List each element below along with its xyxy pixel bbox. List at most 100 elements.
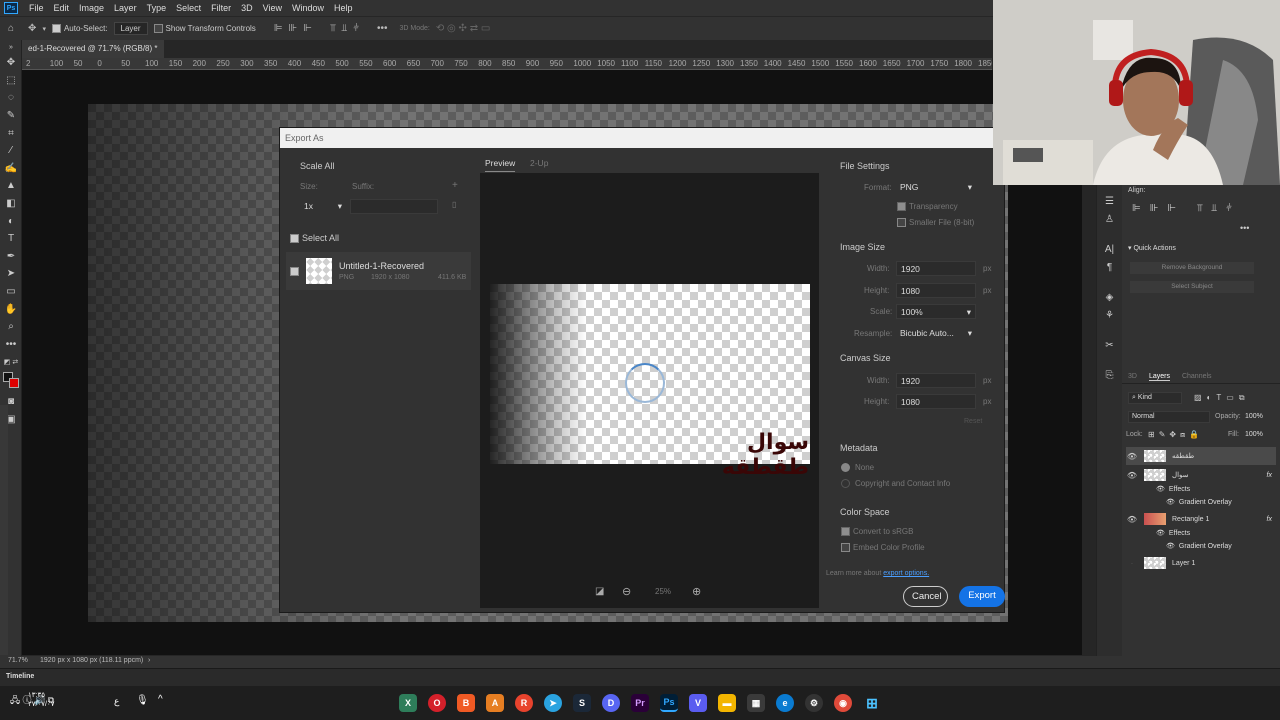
export-icon[interactable]: ⎘: [1097, 367, 1122, 385]
menu-3d[interactable]: 3D: [236, 3, 258, 13]
zoom-tool-icon[interactable]: ⌕: [0, 318, 22, 336]
language-indicator[interactable]: ع: [114, 696, 119, 707]
home-icon[interactable]: ⌂: [8, 23, 14, 34]
asset-row[interactable]: Untitled-1-Recovered PNG 1920 x 1080 411…: [286, 252, 471, 290]
blend-mode-select[interactable]: Normal: [1128, 411, 1210, 423]
clock[interactable]: ١٣:٣٥ ٢٧/٠٧/٠٧: [28, 691, 54, 709]
layer-row[interactable]: 👁 طقطقه: [1126, 447, 1276, 465]
scale-select[interactable]: 1x ▾: [300, 199, 346, 214]
convert-srgb-checkbox[interactable]: Convert to sRGB: [841, 527, 913, 537]
fx-icon[interactable]: fx: [1267, 472, 1272, 479]
kind-filter[interactable]: ⌕ Kind: [1128, 392, 1182, 404]
edge-icon[interactable]: e: [776, 694, 794, 712]
fx-icon[interactable]: fx: [1267, 516, 1272, 523]
menu-view[interactable]: View: [258, 3, 287, 13]
layer-row[interactable]: · Layer 1: [1126, 554, 1276, 572]
resample-select[interactable]: Bicubic Auto... ▾: [896, 326, 976, 341]
paragraph-icon[interactable]: ¶: [1097, 259, 1122, 277]
shape-tool-icon[interactable]: ▭: [0, 283, 22, 301]
scale-percent-select[interactable]: 100% ▾: [896, 304, 976, 319]
taskbar-app-icon[interactable]: X: [399, 694, 417, 712]
layer-select[interactable]: Layer: [113, 22, 148, 35]
align-left-icon[interactable]: ⊫: [274, 23, 283, 34]
auto-select-checkbox[interactable]: Auto-Select:: [51, 24, 108, 34]
add-scale-icon[interactable]: +: [452, 180, 458, 191]
filter-icons[interactable]: ▨◐T▭⧉: [1194, 393, 1250, 403]
effects-eye-icon[interactable]: 👁: [1156, 529, 1165, 537]
asset-checkbox[interactable]: [290, 267, 299, 276]
styles-icon[interactable]: ⚘: [1097, 307, 1122, 325]
opacity-value[interactable]: 100%: [1245, 413, 1263, 420]
reset-button[interactable]: Reset: [964, 418, 982, 425]
visibility-eye-icon[interactable]: 👁: [1126, 515, 1138, 524]
type-tool-icon[interactable]: T: [0, 230, 22, 248]
gradient-overlay-eye-icon[interactable]: 👁: [1166, 542, 1175, 550]
document-tab[interactable]: ed-1-Recovered @ 71.7% (RGB/8) *: [22, 40, 164, 58]
transparency-checkbox[interactable]: Transparency: [897, 202, 958, 212]
windows-start-icon[interactable]: ⊞: [863, 694, 881, 712]
format-select[interactable]: PNG ▾: [896, 180, 976, 195]
gradient-overlay-eye-icon[interactable]: 👁: [1166, 498, 1175, 506]
embed-profile-checkbox[interactable]: Embed Color Profile: [841, 543, 925, 553]
discord-icon[interactable]: D: [602, 694, 620, 712]
canvas-width-input[interactable]: 1920: [896, 373, 976, 388]
steam-icon[interactable]: S: [573, 694, 591, 712]
chevron-down-icon[interactable]: ▾: [42, 25, 46, 33]
libraries-icon[interactable]: ◈: [1097, 289, 1122, 307]
gradient-tool-icon[interactable]: ◐: [0, 212, 22, 230]
quick-select-tool-icon[interactable]: ✎: [0, 107, 22, 125]
3d-orbit-icon[interactable]: ⟲ ◎ ✣ ⇄ ▭: [436, 23, 490, 34]
cancel-button[interactable]: Cancel: [903, 586, 948, 607]
more-icon[interactable]: •••: [377, 23, 388, 34]
settings-icon[interactable]: ⚙: [805, 694, 823, 712]
smaller-file-checkbox[interactable]: Smaller File (8-bit): [897, 218, 974, 228]
fit-icon[interactable]: ◪: [595, 586, 604, 597]
move-tool-icon[interactable]: ✥: [0, 54, 22, 72]
height-input[interactable]: 1080: [896, 283, 976, 298]
photoshop-taskbar-icon[interactable]: Ps: [660, 694, 678, 712]
eyedropper-tool-icon[interactable]: ⁄: [0, 142, 22, 160]
meta-copyright-radio[interactable]: Copyright and Contact Info: [841, 479, 950, 489]
marquee-tool-icon[interactable]: ⬚: [0, 72, 22, 90]
move-tool-icon[interactable]: ✥: [28, 23, 36, 34]
collapse-icon[interactable]: »: [0, 40, 22, 54]
tab-layers[interactable]: Layers: [1148, 373, 1170, 381]
default-colors-icon[interactable]: ◩ ⇄: [0, 353, 22, 371]
telegram-icon[interactable]: ➤: [544, 694, 562, 712]
tab-2up[interactable]: 2-Up: [530, 158, 548, 168]
effects-eye-icon[interactable]: 👁: [1156, 485, 1165, 493]
person-icon[interactable]: ♙: [1097, 211, 1122, 229]
menu-file[interactable]: File: [24, 3, 49, 13]
more-tools-icon[interactable]: •••: [0, 336, 22, 354]
align-icons[interactable]: ⊫⊪⊩ ⫪⫫⫩: [1132, 203, 1241, 214]
crop-tool-icon[interactable]: ⌗: [0, 124, 22, 142]
select-all-checkbox[interactable]: Select All: [290, 233, 339, 244]
visibility-eye-icon[interactable]: ·: [1126, 559, 1138, 568]
more-icon[interactable]: •••: [1240, 223, 1249, 233]
autocad-icon[interactable]: A: [486, 694, 504, 712]
menu-type[interactable]: Type: [142, 3, 172, 13]
eraser-tool-icon[interactable]: ◧: [0, 195, 22, 213]
width-input[interactable]: 1920: [896, 261, 976, 276]
tools-icon[interactable]: ✂: [1097, 337, 1122, 355]
menu-window[interactable]: Window: [287, 3, 329, 13]
zoom-in-icon[interactable]: ⊕: [692, 585, 701, 598]
tab-preview[interactable]: Preview: [485, 158, 516, 172]
store-icon[interactable]: ▦: [747, 694, 765, 712]
character-icon[interactable]: A|: [1097, 241, 1122, 259]
stamp-tool-icon[interactable]: ▲: [0, 177, 22, 195]
chrome-icon[interactable]: ◉: [834, 694, 852, 712]
canvas-height-input[interactable]: 1080: [896, 394, 976, 409]
hand-tool-icon[interactable]: ✋: [0, 300, 22, 318]
microphone-icon[interactable]: 🎙: [136, 695, 149, 706]
lasso-tool-icon[interactable]: ◌: [0, 89, 22, 107]
tab-3d[interactable]: 3D: [1128, 373, 1137, 380]
remove-background-button[interactable]: Remove Background: [1130, 262, 1254, 274]
file-explorer-icon[interactable]: ▬: [718, 694, 736, 712]
gradient-overlay-row[interactable]: 👁 Gradient Overlay: [1126, 493, 1276, 511]
zoom-out-icon[interactable]: ⊖: [622, 585, 631, 598]
premiere-icon[interactable]: Pr: [631, 694, 649, 712]
menu-select[interactable]: Select: [171, 3, 206, 13]
menu-edit[interactable]: Edit: [49, 3, 75, 13]
transform-controls-checkbox[interactable]: Show Transform Controls: [153, 24, 256, 34]
